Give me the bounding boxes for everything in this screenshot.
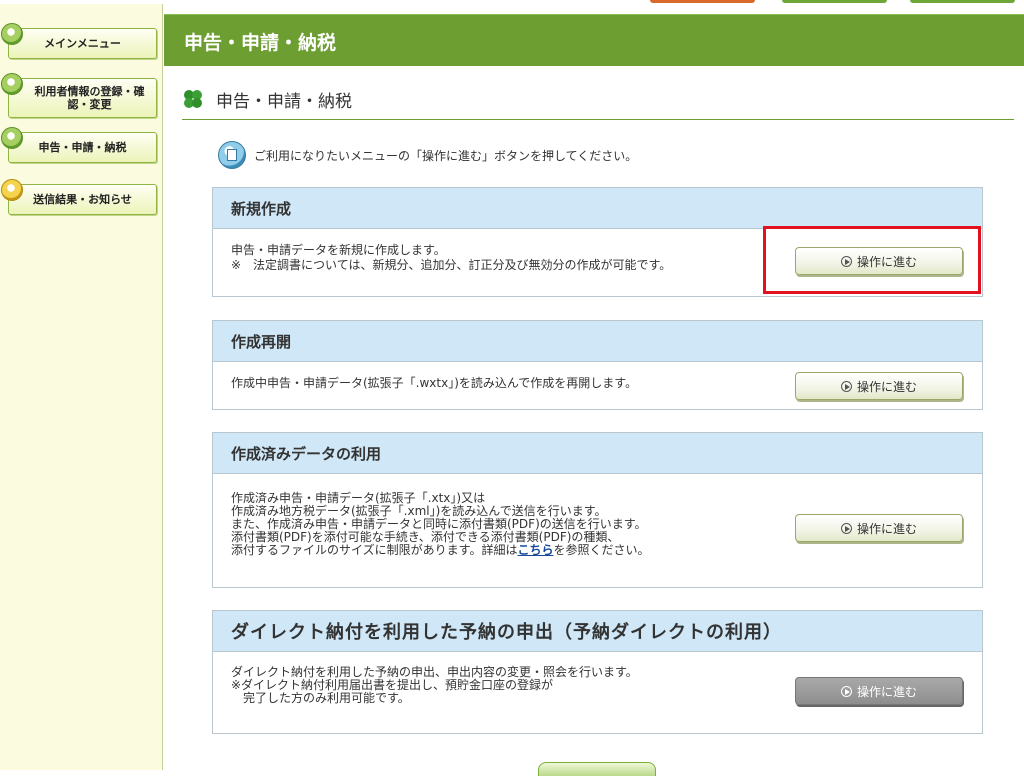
declaration-icon — [1, 127, 23, 149]
sidebar-item-label: 送信結果・お知らせ — [33, 193, 132, 206]
panel-title: 作成済みデータの利用 — [213, 433, 982, 474]
play-icon — [840, 522, 852, 534]
header-bar: 申告・申請・納税 — [164, 14, 1024, 66]
header-title: 申告・申請・納税 — [184, 32, 337, 54]
panel-text-part: 添付するファイルのサイズに制限があります。詳細は — [231, 543, 518, 557]
sidebar-item-user-info[interactable]: 利用者情報の登録・確認・変更 — [1, 73, 157, 118]
home-icon — [1, 23, 23, 45]
details-link[interactable]: こちら — [517, 543, 553, 557]
document-icon — [218, 141, 246, 169]
proceed-button-existing[interactable]: 操作に進む — [795, 514, 963, 542]
bottom-button-partial[interactable] — [538, 762, 656, 776]
clover-icon — [184, 90, 202, 108]
panel-text-part: を参照ください。 — [553, 543, 650, 557]
panel-text: 添付するファイルのサイズに制限があります。詳細はこちらを参照ください。 — [231, 544, 964, 557]
top-tab-orange[interactable] — [650, 0, 755, 3]
sidebar: メインメニュー 利用者情報の登録・確認・変更 申告・申請・納税 送信結果・お知ら… — [0, 4, 163, 770]
panel-direct-payment: ダイレクト納付を利用した予納の申出（予納ダイレクトの利用） ダイレクト納付を利用… — [212, 610, 983, 734]
sidebar-item-results[interactable]: 送信結果・お知らせ — [1, 179, 157, 215]
proceed-button-label: 操作に進む — [856, 521, 917, 536]
instruction-text: ご利用になりたいメニューの「操作に進む」ボタンを押してください。 — [254, 148, 638, 163]
play-icon — [840, 685, 852, 697]
sidebar-item-main-menu[interactable]: メインメニュー — [1, 23, 157, 59]
sidebar-item-label: メインメニュー — [44, 37, 121, 50]
sidebar-item-label: 申告・申請・納税 — [38, 141, 127, 154]
proceed-button-direct-payment[interactable]: 操作に進む — [795, 677, 963, 705]
panel-title: 新規作成 — [213, 188, 982, 229]
sidebar-item-label: 利用者情報の登録・確認・変更 — [34, 85, 145, 111]
highlight-box — [763, 226, 981, 294]
mail-icon — [1, 179, 23, 201]
top-tab-green-1[interactable] — [782, 0, 887, 3]
panel-title: 作成再開 — [213, 321, 982, 362]
proceed-button-label: 操作に進む — [856, 379, 917, 394]
top-tab-green-2[interactable] — [910, 0, 1015, 3]
proceed-button-resume[interactable]: 操作に進む — [795, 372, 963, 400]
panel-title: ダイレクト納付を利用した予納の申出（予納ダイレクトの利用） — [213, 611, 982, 652]
proceed-button-label: 操作に進む — [856, 684, 917, 699]
sidebar-item-declaration[interactable]: 申告・申請・納税 — [1, 127, 157, 163]
page-title-text: 申告・申請・納税 — [216, 92, 352, 112]
play-icon — [840, 380, 852, 392]
user-settings-icon — [1, 73, 23, 95]
page-title: 申告・申請・納税 — [182, 84, 1014, 120]
instruction: ご利用になりたいメニューの「操作に進む」ボタンを押してください。 — [218, 140, 637, 170]
panel-existing-data: 作成済みデータの利用 作成済み申告・申請データ(拡張子「.xtx」)又は 作成済… — [212, 432, 983, 588]
